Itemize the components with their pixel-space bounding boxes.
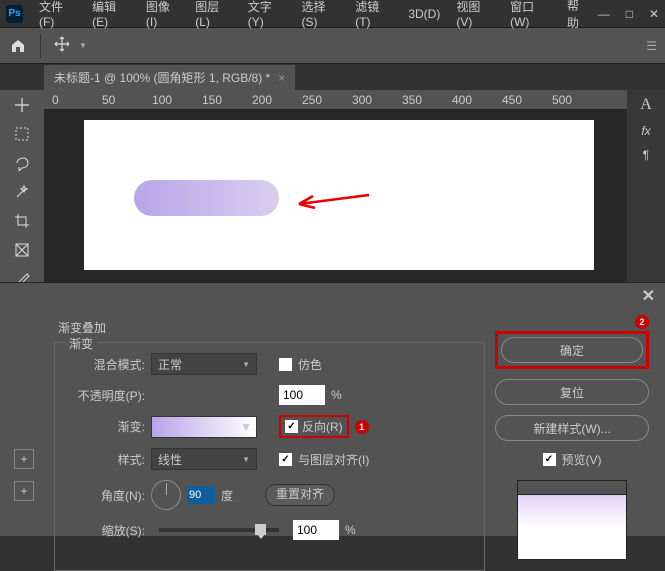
ps-logo: Ps: [6, 5, 23, 23]
crop-tool[interactable]: [10, 211, 34, 232]
menu-help[interactable]: 帮助: [559, 0, 598, 31]
dialog-close-icon[interactable]: ✕: [642, 286, 655, 306]
move-tool-icon[interactable]: [53, 35, 71, 56]
menu-layer[interactable]: 图层(L): [187, 0, 240, 29]
scale-input[interactable]: [293, 520, 339, 540]
menu-edit[interactable]: 编辑(E): [84, 0, 138, 29]
annotation-arrow: [289, 190, 369, 210]
preview-checkbox[interactable]: [543, 453, 556, 466]
dither-checkbox[interactable]: [279, 358, 292, 371]
blend-mode-select[interactable]: 正常 ▼: [151, 353, 257, 375]
style-select[interactable]: 线性 ▼: [151, 448, 257, 470]
preview-label: 预览(V): [562, 451, 602, 468]
opacity-label: 不透明度(P):: [65, 387, 145, 404]
wand-tool[interactable]: [10, 181, 34, 202]
reset-button[interactable]: 复位: [495, 379, 649, 405]
reverse-checkbox[interactable]: [285, 420, 298, 433]
opacity-input[interactable]: [279, 385, 325, 405]
reset-align-button[interactable]: 重置对齐: [265, 484, 335, 506]
menu-image[interactable]: 图像(I): [138, 0, 187, 29]
add-style-button-2[interactable]: +: [14, 481, 34, 501]
degree-label: 度: [221, 487, 233, 504]
add-style-button[interactable]: +: [14, 449, 34, 469]
menu-filter[interactable]: 滤镜(T): [347, 0, 400, 29]
maximize-icon[interactable]: □: [626, 7, 633, 21]
blend-mode-value: 正常: [158, 356, 182, 373]
angle-dial[interactable]: [151, 480, 181, 510]
menu-file[interactable]: 文件(F): [31, 0, 84, 29]
annotation-badge-1: 1: [355, 420, 369, 434]
fieldset-legend: 渐变: [65, 335, 97, 352]
document-tab[interactable]: 未标题-1 @ 100% (圆角矩形 1, RGB/8) * ×: [44, 65, 295, 90]
menu-view[interactable]: 视图(V): [448, 0, 502, 29]
ok-button[interactable]: 确定: [501, 337, 643, 363]
lasso-tool[interactable]: [10, 152, 34, 173]
angle-input[interactable]: [187, 486, 215, 504]
annotation-badge-2: 2: [635, 315, 649, 329]
hamburger-icon[interactable]: ☰: [646, 39, 657, 53]
chevron-down-icon: ▼: [242, 360, 250, 369]
marquee-tool[interactable]: [10, 123, 34, 144]
align-label: 与图层对齐(I): [298, 451, 369, 468]
chevron-down-icon: ▼: [242, 455, 250, 464]
fx-panel-icon[interactable]: fx: [641, 124, 650, 138]
new-style-button[interactable]: 新建样式(W)...: [495, 415, 649, 441]
angle-label: 角度(N):: [65, 487, 145, 504]
tab-close-icon[interactable]: ×: [278, 71, 285, 85]
gradient-label: 渐变:: [65, 418, 145, 435]
move-tool[interactable]: [10, 94, 34, 115]
reverse-label: 反向(R): [302, 418, 343, 435]
menu-select[interactable]: 选择(S): [293, 0, 347, 29]
align-checkbox[interactable]: [279, 453, 292, 466]
scale-slider[interactable]: [159, 528, 279, 532]
chevron-down-icon: ▼: [240, 420, 252, 434]
close-icon[interactable]: ✕: [649, 7, 659, 21]
home-icon[interactable]: [8, 36, 28, 56]
type-panel-icon[interactable]: A: [640, 96, 652, 114]
percent-label: %: [331, 388, 342, 402]
frame-tool[interactable]: [10, 240, 34, 261]
gradient-preview[interactable]: ▼: [151, 416, 257, 438]
preview-thumbnail: [517, 480, 627, 560]
layer-style-dialog: ✕ + + 渐变叠加 渐变 混合模式: 正常 ▼ 仿色: [0, 282, 665, 536]
paragraph-panel-icon[interactable]: ¶: [643, 148, 649, 162]
canvas[interactable]: [84, 120, 594, 270]
dither-label: 仿色: [298, 356, 322, 373]
minimize-icon[interactable]: —: [598, 7, 610, 21]
style-value: 线性: [158, 451, 182, 468]
percent-label: %: [345, 523, 356, 537]
rounded-rect-shape[interactable]: [134, 180, 279, 216]
divider: [40, 34, 41, 58]
section-title: 渐变叠加: [58, 319, 485, 336]
menu-3d[interactable]: 3D(D): [400, 7, 448, 21]
ruler-horizontal: 0 50 100 150 200 250 300 350 400 450 500: [44, 90, 665, 110]
dropdown-icon[interactable]: ▼: [79, 41, 87, 50]
tab-title: 未标题-1 @ 100% (圆角矩形 1, RGB/8) *: [54, 69, 270, 86]
menu-text[interactable]: 文字(Y): [240, 0, 294, 29]
blend-mode-label: 混合模式:: [65, 356, 145, 373]
menu-window[interactable]: 窗口(W): [502, 0, 559, 29]
style-label: 样式:: [65, 451, 145, 468]
